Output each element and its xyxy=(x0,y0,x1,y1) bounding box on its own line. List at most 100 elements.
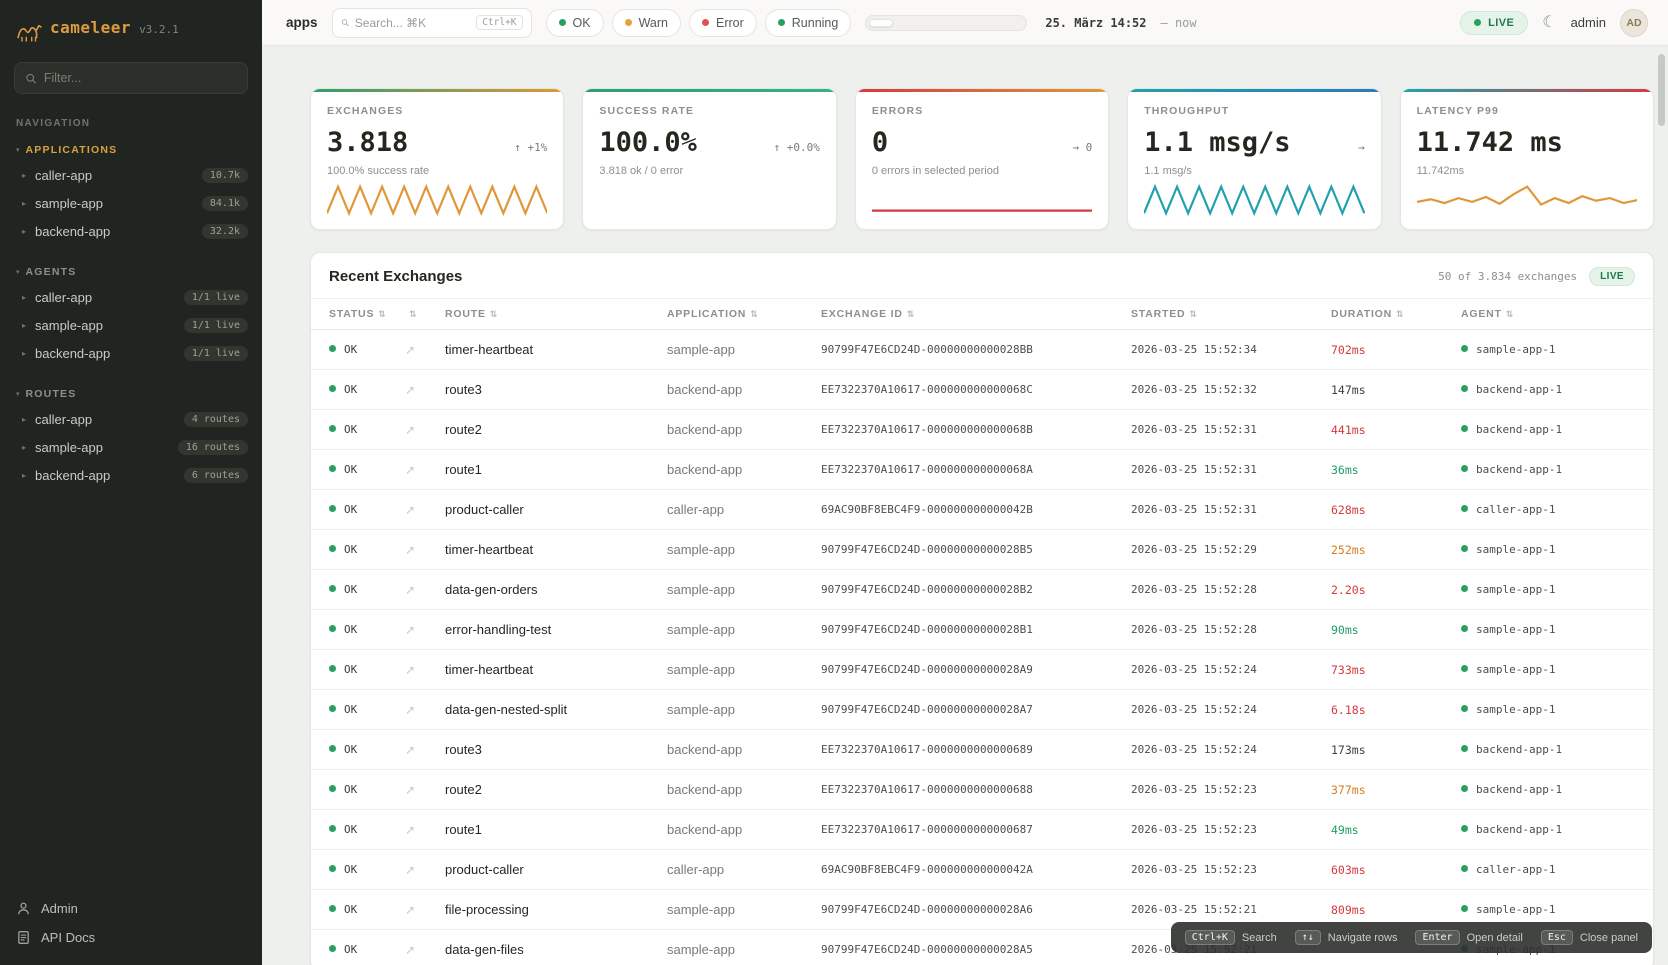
sidebar-nav-item[interactable]: ▸ backend-app 1/1 live xyxy=(0,339,262,367)
column-header[interactable]: AGENT⇅ xyxy=(1453,299,1653,330)
application-cell: sample-app xyxy=(659,530,813,570)
open-exchange-icon[interactable]: ↗ xyxy=(397,930,437,965)
filter-input[interactable] xyxy=(44,71,237,85)
open-exchange-icon[interactable]: ↗ xyxy=(397,490,437,530)
open-exchange-icon[interactable]: ↗ xyxy=(397,810,437,850)
exchange-table-row[interactable]: OK ↗ product-caller caller-app 69AC90BF8… xyxy=(311,850,1653,890)
sidebar-section-header[interactable]: ▾ AGENTS xyxy=(0,259,262,283)
time-range-button[interactable] xyxy=(999,19,1023,27)
column-header[interactable]: STATUS⇅ xyxy=(311,299,397,330)
started-cell: 2026-03-25 15:52:34 xyxy=(1123,330,1323,370)
nav-item-label: sample-app xyxy=(35,318,103,333)
status-ok-dot xyxy=(329,945,336,952)
sidebar-section-header[interactable]: ▾ ROUTES xyxy=(0,381,262,405)
exchange-table-row[interactable]: OK ↗ route2 backend-app EE7322370A10617-… xyxy=(311,410,1653,450)
status-cell: OK xyxy=(311,370,397,410)
sidebar-filter[interactable] xyxy=(14,62,248,94)
dark-mode-toggle-icon[interactable]: ☾ xyxy=(1542,15,1556,31)
sidebar-nav-item[interactable]: ▸ caller-app 10.7k xyxy=(0,161,262,189)
open-exchange-icon[interactable]: ↗ xyxy=(397,690,437,730)
open-exchange-icon[interactable]: ↗ xyxy=(397,610,437,650)
column-header[interactable]: STARTED⇅ xyxy=(1123,299,1323,330)
open-exchange-icon[interactable]: ↗ xyxy=(397,530,437,570)
time-range-button[interactable] xyxy=(921,19,945,27)
column-header[interactable]: ⇅ xyxy=(397,299,437,330)
open-exchange-icon[interactable]: ↗ xyxy=(397,730,437,770)
sidebar-nav-item[interactable]: ▸ sample-app 1/1 live xyxy=(0,311,262,339)
exchange-table-row[interactable]: OK ↗ data-gen-orders sample-app 90799F47… xyxy=(311,570,1653,610)
sidebar-nav-item[interactable]: ▸ backend-app 32.2k xyxy=(0,217,262,245)
open-exchange-icon[interactable]: ↗ xyxy=(397,450,437,490)
status-text: OK xyxy=(344,583,357,596)
open-exchange-icon[interactable]: ↗ xyxy=(397,410,437,450)
agent-live-dot xyxy=(1461,665,1468,672)
avatar[interactable]: AD xyxy=(1620,9,1648,37)
brand-name: cameleer xyxy=(50,18,131,37)
nav-item-label: backend-app xyxy=(35,346,110,361)
application-cell: backend-app xyxy=(659,450,813,490)
status-filter-chip[interactable]: Error xyxy=(689,9,757,37)
sidebar-item-admin[interactable]: Admin xyxy=(16,901,246,916)
exchange-table-row[interactable]: OK ↗ timer-heartbeat sample-app 90799F47… xyxy=(311,530,1653,570)
column-header[interactable]: EXCHANGE ID⇅ xyxy=(813,299,1123,330)
exchange-table-row[interactable]: OK ↗ timer-heartbeat sample-app 90799F47… xyxy=(311,330,1653,370)
open-exchange-icon[interactable]: ↗ xyxy=(397,650,437,690)
open-exchange-icon[interactable]: ↗ xyxy=(397,570,437,610)
column-header[interactable]: DURATION⇅ xyxy=(1323,299,1453,330)
exchange-table-row[interactable]: OK ↗ route2 backend-app EE7322370A10617-… xyxy=(311,770,1653,810)
agent-cell: sample-app-1 xyxy=(1453,570,1653,610)
column-header[interactable]: APPLICATION⇅ xyxy=(659,299,813,330)
sidebar-section-header[interactable]: ▾ APPLICATIONS xyxy=(0,137,262,161)
sidebar-nav-item[interactable]: ▸ caller-app 1/1 live xyxy=(0,283,262,311)
status-filter-chip[interactable]: OK xyxy=(546,9,604,37)
status-filter-chip[interactable]: Warn xyxy=(612,9,681,37)
exchange-table-row[interactable]: OK ↗ product-caller caller-app 69AC90BF8… xyxy=(311,490,1653,530)
keyboard-hint: Ctrl+K Search xyxy=(1185,930,1277,945)
started-cell: 2026-03-25 15:52:23 xyxy=(1123,850,1323,890)
time-range-button[interactable] xyxy=(869,19,893,27)
exchange-table-row[interactable]: OK ↗ route3 backend-app EE7322370A10617-… xyxy=(311,730,1653,770)
agent-live-dot xyxy=(1461,785,1468,792)
status-filter-chip[interactable]: Running xyxy=(765,9,852,37)
global-search[interactable]: Ctrl+K xyxy=(332,8,532,38)
duration-cell: 628ms xyxy=(1323,490,1453,530)
sidebar-nav-item[interactable]: ▸ sample-app 16 routes xyxy=(0,433,262,461)
search-input[interactable] xyxy=(355,16,470,30)
date-range-label[interactable]: 25. März 14:52 xyxy=(1045,16,1146,30)
exchange-table-row[interactable]: OK ↗ data-gen-nested-split sample-app 90… xyxy=(311,690,1653,730)
exchange-table-row[interactable]: OK ↗ route1 backend-app EE7322370A10617-… xyxy=(311,450,1653,490)
exchange-table-row[interactable]: OK ↗ error-handling-test sample-app 9079… xyxy=(311,610,1653,650)
route-cell: route3 xyxy=(437,370,659,410)
nav-item-label: caller-app xyxy=(35,412,92,427)
status-ok-dot xyxy=(329,585,336,592)
sidebar-nav-item[interactable]: ▸ sample-app 84.1k xyxy=(0,189,262,217)
exchange-table-row[interactable]: OK ↗ timer-heartbeat sample-app 90799F47… xyxy=(311,650,1653,690)
scrollbar-thumb[interactable] xyxy=(1658,54,1665,126)
open-exchange-icon[interactable]: ↗ xyxy=(397,330,437,370)
started-cell: 2026-03-25 15:52:28 xyxy=(1123,610,1323,650)
live-status-badge[interactable]: LIVE xyxy=(1460,11,1528,35)
topbar: apps Ctrl+K OK Warn Error Running 25. Mä… xyxy=(262,0,1668,46)
sparkline-chart xyxy=(1417,181,1637,219)
sidebar-item-api-docs[interactable]: API Docs xyxy=(16,930,246,945)
exchange-table-row[interactable]: OK ↗ route3 backend-app EE7322370A10617-… xyxy=(311,370,1653,410)
status-ok-dot xyxy=(329,425,336,432)
route-cell: route3 xyxy=(437,730,659,770)
open-exchange-icon[interactable]: ↗ xyxy=(397,850,437,890)
status-ok-dot xyxy=(329,825,336,832)
time-range-button[interactable] xyxy=(895,19,919,27)
sparkline-chart xyxy=(599,181,819,219)
sidebar-nav-item[interactable]: ▸ caller-app 4 routes xyxy=(0,405,262,433)
open-exchange-icon[interactable]: ↗ xyxy=(397,890,437,930)
time-range-button[interactable] xyxy=(947,19,971,27)
status-cell: OK xyxy=(311,450,397,490)
open-exchange-icon[interactable]: ↗ xyxy=(397,770,437,810)
chevron-right-icon: ▸ xyxy=(22,443,26,452)
status-ok-dot xyxy=(329,785,336,792)
exchange-table-row[interactable]: OK ↗ route1 backend-app EE7322370A10617-… xyxy=(311,810,1653,850)
sidebar-section: ▾ AGENTS ▸ caller-app 1/1 live ▸ sample-… xyxy=(0,259,262,367)
sidebar-nav-item[interactable]: ▸ backend-app 6 routes xyxy=(0,461,262,489)
column-header[interactable]: ROUTE⇅ xyxy=(437,299,659,330)
open-exchange-icon[interactable]: ↗ xyxy=(397,370,437,410)
time-range-button[interactable] xyxy=(973,19,997,27)
